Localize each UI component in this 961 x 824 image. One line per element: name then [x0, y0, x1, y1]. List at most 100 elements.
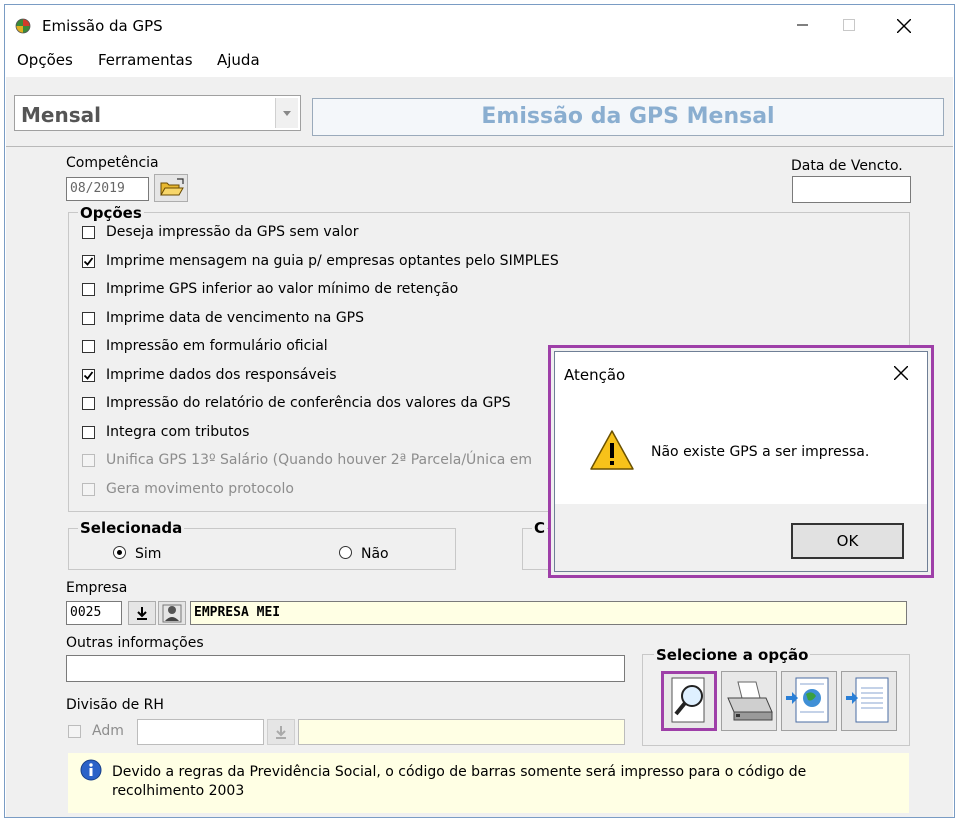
- info-notice: Devido a regras da Previdência Social, o…: [68, 753, 909, 813]
- empresa-lookup-button[interactable]: [128, 601, 156, 625]
- outras-informacoes-label: Outras informações: [66, 635, 204, 651]
- close-window-button[interactable]: [897, 9, 943, 41]
- option-row[interactable]: Impressão em formulário oficial: [78, 338, 558, 358]
- mode-select-value: Mensal: [21, 103, 101, 127]
- option-label: Integra com tributos: [106, 424, 250, 440]
- person-search-icon: [162, 604, 182, 623]
- selecione-group-title: Selecione a opção: [654, 646, 811, 664]
- option-row[interactable]: Impressão do relatório de conferência do…: [78, 395, 558, 415]
- page-title-banner: Emissão da GPS Mensal: [312, 98, 944, 136]
- radio-nao-label: Não: [361, 546, 389, 562]
- option-label: Imprime GPS inferior ao valor mínimo de …: [106, 281, 459, 297]
- alert-dialog-body: Atenção Não existe GPS a ser impressa.: [555, 352, 927, 504]
- option-label: Unifica GPS 13º Salário (Quando houver 2…: [106, 452, 533, 468]
- radio-nao[interactable]: [339, 546, 352, 559]
- open-folder-button[interactable]: [154, 174, 188, 202]
- print-button[interactable]: [721, 671, 777, 731]
- divisao-name-field: [298, 719, 625, 745]
- option-checkbox[interactable]: [82, 255, 95, 268]
- competencia-label: Competência: [66, 155, 159, 171]
- divisao-code-input[interactable]: [137, 719, 264, 745]
- option-checkbox[interactable]: [82, 340, 95, 353]
- option-label: Imprime data de vencimento na GPS: [106, 310, 365, 326]
- info-notice-text: Devido a regras da Previdência Social, o…: [112, 764, 807, 799]
- option-checkbox[interactable]: [82, 283, 95, 296]
- radio-sim-label: Sim: [135, 546, 162, 562]
- selecionada-group-title: Selecionada: [78, 519, 185, 537]
- dialog-title: Atenção: [564, 366, 626, 384]
- checkmark-icon: [83, 257, 94, 266]
- option-row[interactable]: Imprime data de vencimento na GPS: [78, 310, 558, 330]
- option-checkbox[interactable]: [82, 226, 95, 239]
- export-web-button[interactable]: [781, 671, 837, 731]
- dialog-close-button[interactable]: [889, 362, 915, 386]
- export-globe-icon: [786, 677, 829, 723]
- option-row[interactable]: Imprime GPS inferior ao valor mínimo de …: [78, 281, 558, 301]
- download-arrow-icon: [137, 607, 147, 620]
- data-vencto-input[interactable]: [792, 176, 911, 203]
- option-checkbox[interactable]: [82, 483, 95, 496]
- empresa-label: Empresa: [66, 580, 128, 596]
- export-document-button[interactable]: [841, 671, 897, 731]
- open-folder-icon: [160, 178, 184, 196]
- empresa-code-input[interactable]: 0025: [66, 601, 122, 625]
- title-bar[interactable]: Emissão da GPS: [5, 5, 954, 43]
- dialog-message: Não existe GPS a ser impressa.: [651, 444, 870, 460]
- maximize-button[interactable]: [827, 9, 873, 41]
- app-globe-icon: [15, 18, 31, 34]
- option-label: Gera movimento protocolo: [106, 481, 294, 497]
- option-row[interactable]: Deseja impressão da GPS sem valor: [78, 224, 558, 244]
- second-group-title: C: [532, 519, 548, 537]
- download-arrow-icon: [276, 726, 286, 739]
- option-checkbox[interactable]: [82, 397, 95, 410]
- divisao-lookup-button[interactable]: [267, 719, 295, 745]
- ok-button[interactable]: OK: [791, 523, 904, 559]
- printer-icon: [727, 681, 773, 721]
- divisao-rh-label: Divisão de RH: [66, 697, 164, 713]
- outras-informacoes-input[interactable]: [66, 655, 625, 682]
- radio-sim[interactable]: [113, 546, 126, 559]
- option-checkbox[interactable]: [82, 369, 95, 382]
- header-separator: [6, 146, 953, 147]
- competencia-input[interactable]: 08/2019: [66, 177, 149, 201]
- data-vencto-label: Data de Vencto.: [791, 158, 903, 174]
- option-checkbox[interactable]: [82, 454, 95, 467]
- warning-icon: [590, 430, 634, 470]
- option-label: Impressão do relatório de conferência do…: [106, 395, 511, 411]
- radio-sim-dot: [117, 550, 122, 555]
- chevron-down-icon: [283, 111, 291, 116]
- minimize-icon: [797, 24, 808, 26]
- adm-label: Adm: [92, 723, 124, 739]
- menu-opcoes[interactable]: Opções: [17, 51, 73, 69]
- menu-bar: Opções Ferramentas Ajuda: [5, 45, 954, 75]
- alert-dialog-frame: Atenção Não existe GPS a ser impressa. O…: [554, 351, 928, 572]
- menu-ajuda[interactable]: Ajuda: [217, 51, 260, 69]
- option-row[interactable]: Imprime mensagem na guia p/ empresas opt…: [78, 253, 559, 273]
- maximize-icon: [843, 19, 855, 31]
- option-checkbox[interactable]: [82, 312, 95, 325]
- preview-magnifier-icon: [671, 677, 705, 723]
- alert-dialog: Atenção Não existe GPS a ser impressa. O…: [548, 345, 934, 578]
- option-row[interactable]: Gera movimento protocolo: [78, 481, 558, 501]
- adm-checkbox[interactable]: [68, 725, 81, 738]
- export-document-icon: [846, 677, 889, 723]
- mode-select[interactable]: Mensal: [14, 95, 301, 131]
- option-label: Imprime dados dos responsáveis: [106, 367, 337, 383]
- preview-button[interactable]: [661, 671, 717, 731]
- close-icon: [897, 19, 911, 33]
- option-label: Imprime mensagem na guia p/ empresas opt…: [106, 253, 559, 269]
- option-label: Deseja impressão da GPS sem valor: [106, 224, 359, 240]
- option-checkbox[interactable]: [82, 426, 95, 439]
- minimize-button[interactable]: [781, 9, 827, 41]
- option-label: Impressão em formulário oficial: [106, 338, 328, 354]
- mode-select-dropdown-button[interactable]: [275, 98, 298, 128]
- option-row[interactable]: Integra com tributos: [78, 424, 558, 444]
- empresa-name-field: EMPRESA MEI: [190, 601, 907, 625]
- checkmark-icon: [83, 371, 94, 380]
- window-title: Emissão da GPS: [42, 17, 163, 35]
- info-icon: [80, 759, 102, 781]
- option-row[interactable]: Unifica GPS 13º Salário (Quando houver 2…: [78, 452, 558, 472]
- empresa-search-button[interactable]: [158, 601, 186, 625]
- menu-ferramentas[interactable]: Ferramentas: [98, 51, 193, 69]
- option-row[interactable]: Imprime dados dos responsáveis: [78, 367, 558, 387]
